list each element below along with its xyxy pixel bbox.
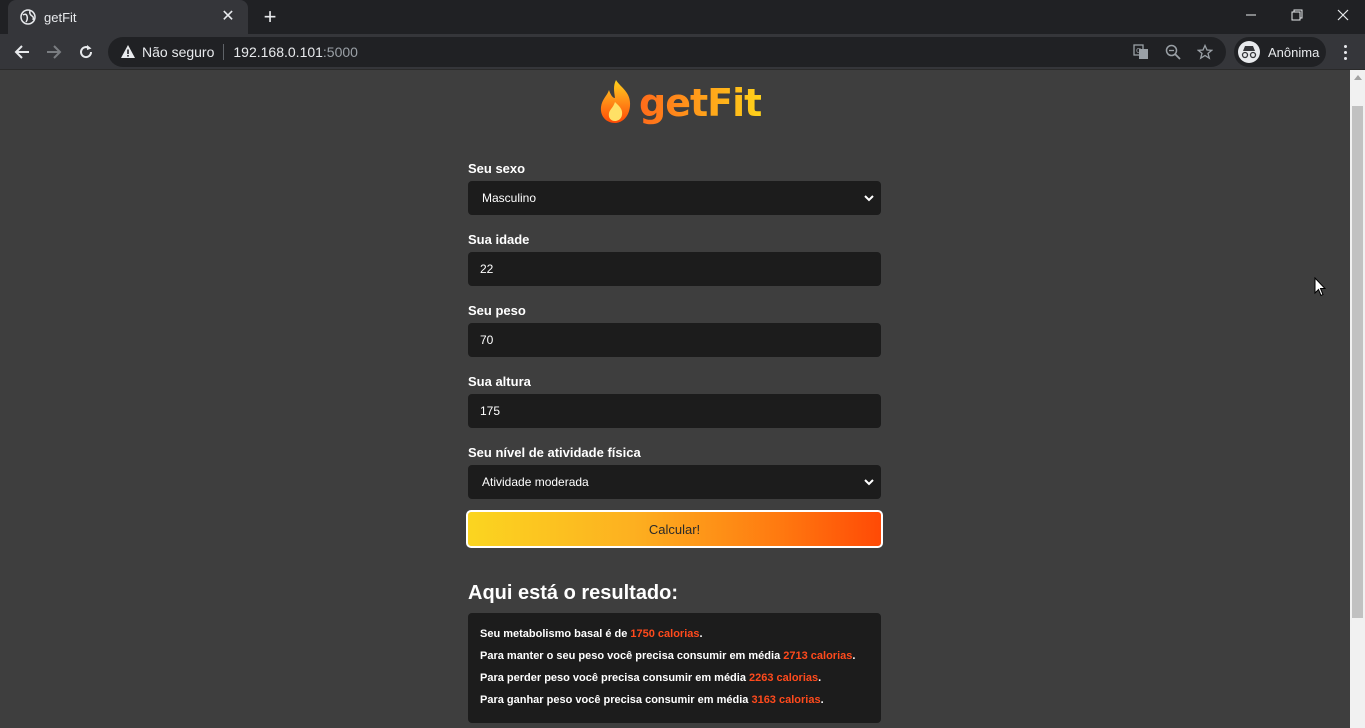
url-host: 192.168.0.101 (233, 44, 323, 60)
forward-button[interactable] (40, 38, 68, 66)
calorie-form: Seu sexo Masculino Sua idade 22 Seu peso… (468, 160, 881, 499)
height-input[interactable]: 175 (468, 394, 881, 428)
result-value: 3163 calorias (751, 694, 821, 706)
getfit-logo: getFit (597, 78, 762, 129)
omnibox-separator (223, 44, 225, 60)
calculate-button[interactable]: Calcular! (466, 510, 883, 548)
sex-select-value: Masculino (482, 191, 537, 205)
tab-strip: getFit ✕ + (0, 0, 1365, 34)
back-button[interactable] (8, 38, 36, 66)
age-label: Sua idade (468, 232, 530, 247)
chrome-menu-icon[interactable] (1334, 40, 1356, 64)
result-value: 2713 calorias (783, 650, 853, 662)
result-line-gain: Para ganhar peso você precisa consumir e… (480, 694, 824, 706)
chevron-down-icon (863, 192, 875, 204)
scrollbar-thumb[interactable] (1352, 106, 1363, 618)
restore-button[interactable] (1274, 0, 1320, 30)
weight-label: Seu peso (468, 303, 526, 318)
result-line-maintain: Para manter o seu peso você precisa cons… (480, 650, 856, 662)
result-value: 1750 calorias (630, 628, 700, 640)
browser-toolbar: Não seguro 192.168.0.101 :5000 G Anônima (0, 34, 1365, 70)
sex-select[interactable]: Masculino (468, 181, 881, 215)
profile-name: Anônima (1268, 44, 1320, 60)
warning-icon[interactable] (120, 44, 136, 60)
security-label[interactable]: Não seguro (142, 44, 214, 60)
reload-button[interactable] (72, 38, 100, 66)
age-input-value: 22 (480, 262, 494, 276)
profile-button[interactable]: Anônima (1234, 37, 1326, 67)
page-scrollbar[interactable] (1350, 70, 1365, 728)
address-bar[interactable]: Não seguro 192.168.0.101 :5000 G (108, 37, 1226, 67)
result-line-lose: Para perder peso você precisa consumir e… (480, 672, 822, 684)
globe-icon (20, 9, 36, 25)
incognito-icon (1238, 41, 1260, 63)
result-title: Aqui está o resultado: (468, 582, 679, 604)
new-tab-button[interactable]: + (258, 5, 282, 29)
url-port: :5000 (322, 44, 358, 60)
result-box: Seu metabolismo basal é de 1750 calorias… (468, 613, 881, 723)
minimize-button[interactable] (1228, 0, 1274, 30)
result-value: 2263 calorias (749, 672, 819, 684)
tab-close-icon[interactable]: ✕ (218, 7, 238, 27)
zoom-icon[interactable] (1164, 43, 1182, 61)
weight-input-value: 70 (480, 333, 494, 347)
scroll-up-icon[interactable] (1354, 75, 1362, 80)
age-input[interactable]: 22 (468, 252, 881, 286)
star-icon[interactable] (1196, 43, 1214, 61)
tab-title: getFit (44, 9, 77, 25)
result-line-basal: Seu metabolismo basal é de 1750 calorias… (480, 628, 703, 640)
mouse-cursor-icon (1314, 276, 1327, 302)
activity-select[interactable]: Atividade moderada (468, 465, 881, 499)
height-input-value: 175 (480, 404, 501, 418)
activity-select-value: Atividade moderada (482, 475, 589, 489)
logo-text: getFit (639, 81, 762, 125)
tab-getfit[interactable]: getFit ✕ (8, 0, 248, 34)
height-label: Sua altura (468, 374, 531, 389)
activity-label: Seu nível de atividade física (468, 445, 641, 460)
svg-text:G: G (1136, 47, 1141, 55)
close-window-button[interactable] (1320, 0, 1365, 30)
sex-label: Seu sexo (468, 161, 526, 176)
flame-icon (597, 78, 635, 129)
weight-input[interactable]: 70 (468, 323, 881, 357)
translate-icon[interactable]: G (1132, 43, 1150, 61)
chevron-down-icon (863, 476, 875, 488)
